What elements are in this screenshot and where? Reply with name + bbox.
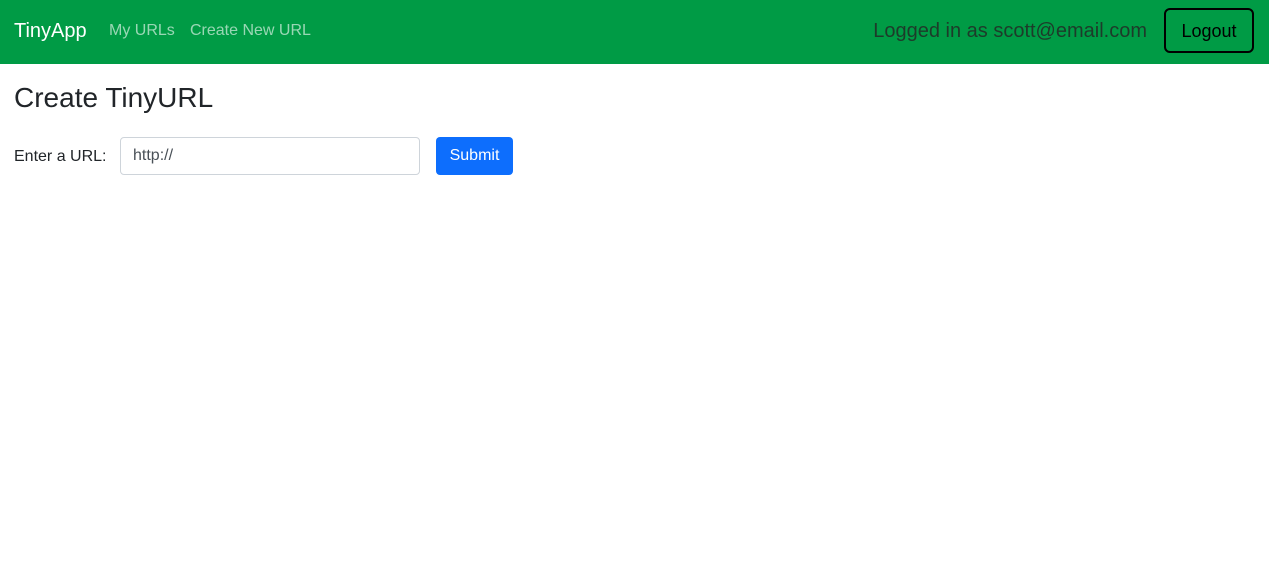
page-title: Create TinyURL [14, 82, 214, 113]
nav-link-create-new-url[interactable]: Create New URL [190, 21, 311, 41]
submit-button[interactable]: Submit [436, 137, 513, 175]
url-field-label: Enter a URL: [14, 148, 107, 165]
logged-in-status: Logged in as scott@email.com [873, 20, 1147, 42]
nav-link-my-urls[interactable]: My URLs [109, 21, 175, 41]
brand-link[interactable]: TinyApp [14, 19, 87, 43]
url-input[interactable] [120, 137, 420, 175]
top-navbar: TinyApp My URLs Create New URL Logged in… [0, 0, 1269, 64]
logout-button[interactable]: Logout [1164, 8, 1254, 53]
